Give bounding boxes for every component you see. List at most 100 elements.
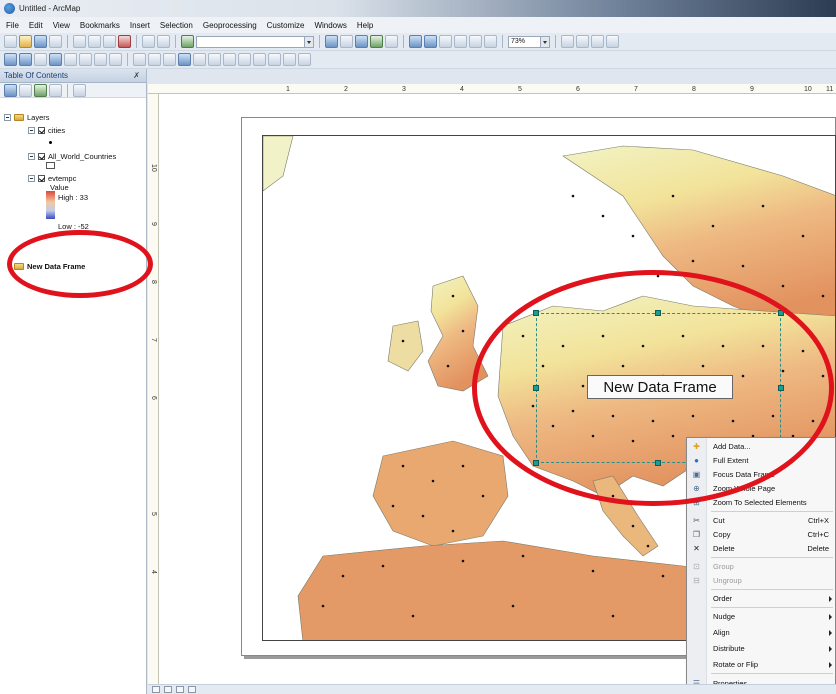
back-extent-icon[interactable] (94, 53, 107, 66)
html-popup-icon[interactable] (208, 53, 221, 66)
layer-visibility-checkbox[interactable] (38, 175, 45, 182)
zoom-out-icon[interactable] (19, 53, 32, 66)
paste-icon[interactable] (103, 35, 116, 48)
menu-windows[interactable]: Windows (314, 21, 346, 30)
menu-item-delete[interactable]: ✕ Delete Delete (687, 542, 836, 555)
clear-selection-icon[interactable] (148, 53, 161, 66)
print-icon[interactable] (49, 35, 62, 48)
cut-icon[interactable] (73, 35, 86, 48)
layout-view-button[interactable] (164, 686, 172, 693)
fixed-zoom-out-icon[interactable] (79, 53, 92, 66)
list-by-source-icon[interactable] (19, 83, 32, 97)
select-elements-icon[interactable] (163, 53, 176, 66)
collapse-icon[interactable] (4, 114, 11, 121)
hyperlink-icon[interactable] (193, 53, 206, 66)
toc-close-button[interactable]: ✗ (130, 71, 142, 80)
identify-icon[interactable] (178, 53, 191, 66)
menu-item-rotate-or-flip[interactable]: Rotate or Flip (687, 658, 836, 671)
chevron-down-icon[interactable] (540, 36, 549, 47)
layer-visibility-checkbox[interactable] (38, 127, 45, 134)
editor-toolbar-icon[interactable] (325, 35, 338, 48)
layer-visibility-checkbox[interactable] (38, 153, 45, 160)
full-extent-icon[interactable] (49, 53, 62, 66)
create-viewer-window-icon[interactable] (298, 53, 311, 66)
zoom-whole-page-icon[interactable] (454, 35, 467, 48)
pause-drawing-button[interactable] (188, 686, 196, 693)
list-by-drawing-order-icon[interactable] (4, 83, 17, 97)
menu-item-add-data[interactable]: ✚ Add Data... (687, 440, 836, 453)
layout-zoom-in-icon[interactable] (409, 35, 422, 48)
menu-item-align[interactable]: Align (687, 626, 836, 639)
chevron-down-icon[interactable] (304, 36, 313, 47)
redo-icon[interactable] (157, 35, 170, 48)
list-by-visibility-icon[interactable] (34, 83, 47, 97)
menu-item-order[interactable]: Order (687, 592, 836, 605)
find-icon[interactable] (223, 53, 236, 66)
resize-handle-nw[interactable] (533, 310, 539, 316)
toggle-draft-mode-icon[interactable] (561, 35, 574, 48)
list-by-selection-icon[interactable] (49, 83, 62, 97)
delete-icon[interactable] (118, 35, 131, 48)
arctoolbox-icon[interactable] (385, 35, 398, 48)
go-to-xy-icon[interactable] (253, 53, 266, 66)
find-route-icon[interactable] (238, 53, 251, 66)
time-slider-icon[interactable] (283, 53, 296, 66)
layout-pan-icon[interactable] (439, 35, 452, 48)
resize-handle-w[interactable] (533, 385, 539, 391)
menu-item-full-extent[interactable]: ● Full Extent (687, 454, 836, 467)
resize-handle-ne[interactable] (778, 310, 784, 316)
menu-geoprocessing[interactable]: Geoprocessing (203, 21, 257, 30)
zoom-100-icon[interactable] (469, 35, 482, 48)
menu-item-copy[interactable]: ❐ Copy Ctrl+C (687, 528, 836, 541)
menu-item-distribute[interactable]: Distribute (687, 642, 836, 655)
zoom-in-icon[interactable] (4, 53, 17, 66)
select-features-icon[interactable] (133, 53, 146, 66)
resize-handle-n[interactable] (655, 310, 661, 316)
scale-combo[interactable] (196, 35, 314, 48)
toc-layer-cities[interactable]: cities (28, 126, 65, 135)
change-layout-icon[interactable] (591, 35, 604, 48)
catalog-icon[interactable] (355, 35, 368, 48)
collapse-icon[interactable] (28, 153, 35, 160)
fixed-zoom-in-icon[interactable] (484, 35, 497, 48)
menu-edit[interactable]: Edit (29, 21, 43, 30)
menu-item-cut[interactable]: ✂ Cut Ctrl+X (687, 514, 836, 527)
menu-item-focus-data-frame[interactable]: ▣ Focus Data Frame (687, 468, 836, 481)
menu-item-ungroup[interactable]: ⊟ Ungroup (687, 574, 836, 587)
focus-data-frame-icon[interactable] (576, 35, 589, 48)
search-window-icon[interactable] (370, 35, 383, 48)
new-document-icon[interactable] (4, 35, 17, 48)
menu-view[interactable]: View (53, 21, 70, 30)
menu-file[interactable]: File (6, 21, 19, 30)
data-view-button[interactable] (152, 686, 160, 693)
refresh-button[interactable] (176, 686, 184, 693)
data-driven-pages-icon[interactable] (606, 35, 619, 48)
menu-insert[interactable]: Insert (130, 21, 150, 30)
toc-new-data-frame[interactable]: New Data Frame (14, 262, 85, 271)
collapse-icon[interactable] (28, 175, 35, 182)
add-data-icon[interactable] (181, 35, 194, 48)
collapse-icon[interactable] (28, 127, 35, 134)
save-icon[interactable] (34, 35, 47, 48)
menu-help[interactable]: Help (357, 21, 373, 30)
resize-handle-e[interactable] (778, 385, 784, 391)
toc-options-icon[interactable] (73, 83, 86, 97)
resize-handle-s[interactable] (655, 460, 661, 466)
toc-layer-countries[interactable]: All_World_Countries (28, 152, 116, 161)
toc-layers-group[interactable]: Layers (4, 113, 50, 122)
undo-icon[interactable] (142, 35, 155, 48)
fixed-zoom-in-icon[interactable] (64, 53, 77, 66)
menu-item-zoom-whole-page[interactable]: ⊕ Zoom Whole Page (687, 482, 836, 495)
layout-zoom-combo[interactable]: 73% (508, 35, 550, 48)
toc-layer-evtempc[interactable]: evtempc (28, 174, 76, 183)
menu-bookmarks[interactable]: Bookmarks (80, 21, 120, 30)
resize-handle-sw[interactable] (533, 460, 539, 466)
layout-zoom-out-icon[interactable] (424, 35, 437, 48)
forward-extent-icon[interactable] (109, 53, 122, 66)
copy-icon[interactable] (88, 35, 101, 48)
menu-item-zoom-selected[interactable]: ⊞ Zoom To Selected Elements (687, 496, 836, 509)
pan-icon[interactable] (34, 53, 47, 66)
menu-item-nudge[interactable]: Nudge (687, 610, 836, 623)
open-icon[interactable] (19, 35, 32, 48)
table-of-contents-icon[interactable] (340, 35, 353, 48)
